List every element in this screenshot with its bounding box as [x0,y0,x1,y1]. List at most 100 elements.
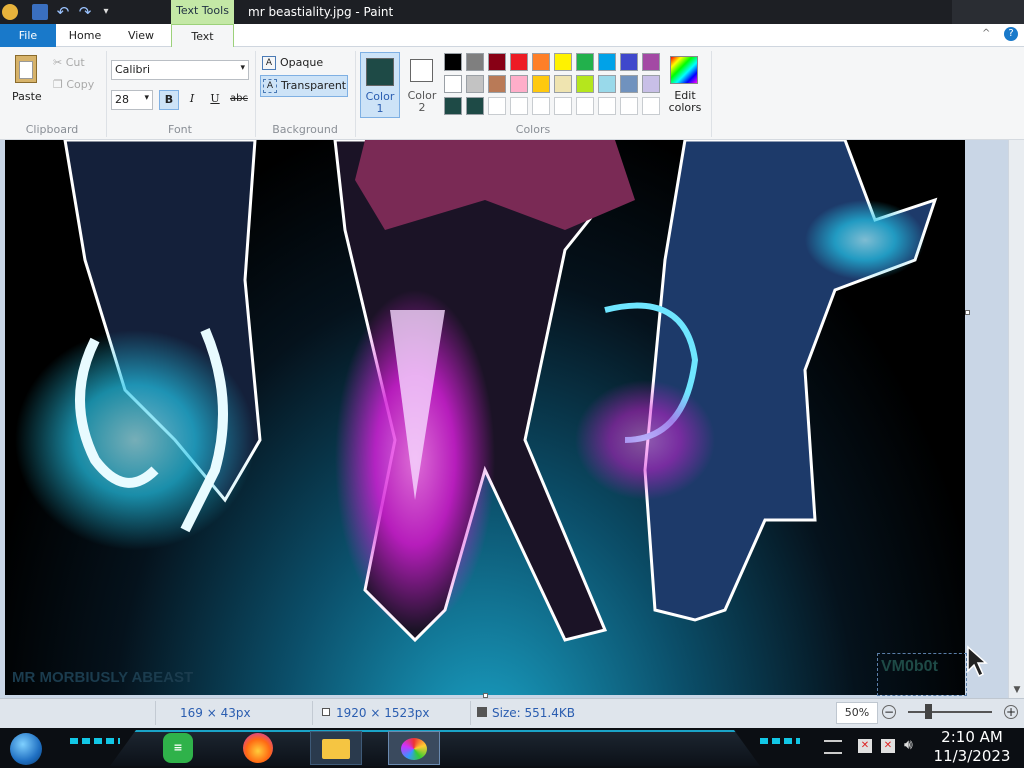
tab-home[interactable]: Home [56,24,114,47]
font-size-select[interactable]: 28 ▾ [111,90,153,110]
font-family-select[interactable]: Calibri ▾ [111,60,249,80]
file-explorer-button[interactable] [310,731,362,765]
color1-button[interactable]: Color 1 [360,52,400,118]
tab-view[interactable]: View [114,24,168,47]
clock-time[interactable]: 2:10 AM [930,728,1014,746]
palette-swatch[interactable] [488,97,506,115]
color2-button[interactable]: Color 2 [404,52,440,118]
help-icon[interactable]: ? [1004,27,1018,41]
palette-swatch[interactable] [554,75,572,93]
paint-app-icon[interactable] [2,4,18,20]
taskbar-decoration [760,738,800,744]
palette-swatch[interactable] [466,53,484,71]
palette-swatch[interactable] [554,53,572,71]
text-box[interactable]: VM0b0t [877,653,967,696]
color-wheel-icon [670,56,698,84]
image-size: 1920 × 1523px [336,706,430,720]
palette-swatch[interactable] [598,53,616,71]
palette-swatch[interactable] [488,53,506,71]
chevron-down-icon: ▾ [144,93,149,103]
text-box-content[interactable]: VM0b0t [881,658,938,676]
minimize-ribbon-icon[interactable]: ^ [982,28,994,40]
color2-swatch [410,59,433,82]
undo-icon[interactable]: ↶ [55,4,71,20]
paint-palette-icon [401,738,427,760]
palette-swatch[interactable] [488,75,506,93]
clock-date[interactable]: 11/3/2023 [930,747,1014,765]
palette-swatch[interactable] [642,53,660,71]
image-canvas[interactable]: MR MORBIUSLY ABEAST [5,140,965,695]
transparent-button[interactable]: A Transparent [260,75,348,97]
image-size-icon [322,708,330,716]
copy-button[interactable]: ❐ Copy [53,78,94,91]
opaque-icon: A [262,56,276,70]
opaque-button[interactable]: A Opaque [262,55,348,73]
chevron-down-icon: ▾ [240,63,245,73]
zoom-level: 50% [836,702,878,724]
palette-swatch[interactable] [642,97,660,115]
palette-swatch[interactable] [576,97,594,115]
watermark-text: MR MORBIUSLY ABEAST [12,669,194,686]
right-hand-glow [805,200,925,280]
action-center-icon[interactable] [824,740,842,754]
window-controls[interactable] [952,0,1024,24]
palette-swatch[interactable] [510,53,528,71]
color1-swatch [366,58,394,86]
start-button[interactable] [10,733,42,765]
cut-button[interactable]: ✂ Cut [53,56,85,69]
tab-file[interactable]: File [0,24,56,47]
palette-swatch[interactable] [444,53,462,71]
palette-swatch[interactable] [532,97,550,115]
palette-swatch[interactable] [620,75,638,93]
vertical-scrollbar[interactable]: ▼ [1008,140,1024,698]
palette-swatch[interactable] [532,75,550,93]
palette-swatch[interactable] [598,75,616,93]
palette-swatch[interactable] [466,75,484,93]
zoom-out-icon[interactable]: − [882,705,896,719]
flag-warning-icon[interactable]: ✕ [858,739,872,753]
palette-swatch[interactable] [620,53,638,71]
customize-quick-access-icon[interactable]: ▾ [98,4,114,20]
italic-button[interactable]: I [182,90,202,110]
scroll-down-icon[interactable]: ▼ [1011,685,1023,697]
title-bar: ↶ ↷ ▾ Text Tools mr beastiality.jpg - Pa… [0,0,1024,24]
palette-swatch[interactable] [532,53,550,71]
text-tools-context-label: Text Tools [171,0,234,24]
background-group-label: Background [272,123,338,136]
volume-icon[interactable]: 🔊︎ [904,737,913,753]
network-disconnected-icon[interactable]: ✕ [881,739,895,753]
artwork [15,140,938,643]
paint-taskbar-button[interactable] [388,731,440,765]
zoom-slider-track[interactable] [908,711,992,713]
zoom-slider-thumb[interactable] [925,704,932,719]
color2-label: Color 2 [407,89,437,114]
underline-button[interactable]: U [205,90,225,110]
firefox-icon[interactable] [243,733,273,763]
palette-swatch[interactable] [620,97,638,115]
palette-swatch[interactable] [576,75,594,93]
strikethrough-button[interactable]: abc [228,90,250,110]
color-palette [444,53,664,119]
palette-swatch[interactable] [598,97,616,115]
palette-swatch[interactable] [510,97,528,115]
palette-swatch[interactable] [510,75,528,93]
selection-size: 169 × 43px [180,706,251,720]
palette-swatch[interactable] [554,97,572,115]
palette-swatch[interactable] [444,97,462,115]
notes-app-icon[interactable]: ≡ [163,733,193,763]
palette-swatch[interactable] [576,53,594,71]
resize-handle-right[interactable] [965,310,970,315]
paste-button[interactable] [10,53,42,93]
folder-icon [322,739,350,759]
palette-swatch[interactable] [444,75,462,93]
save-icon[interactable] [32,4,48,20]
zoom-in-icon[interactable]: + [1004,705,1018,719]
palette-swatch[interactable] [642,75,660,93]
redo-icon[interactable]: ↷ [77,4,93,20]
edit-colors-button[interactable]: Edit colors [668,52,702,118]
palette-swatch[interactable] [466,97,484,115]
bold-button[interactable]: B [159,90,179,110]
copy-icon: ❐ [53,78,63,91]
tab-text[interactable]: Text [171,24,234,48]
font-group-label: Font [168,123,192,136]
